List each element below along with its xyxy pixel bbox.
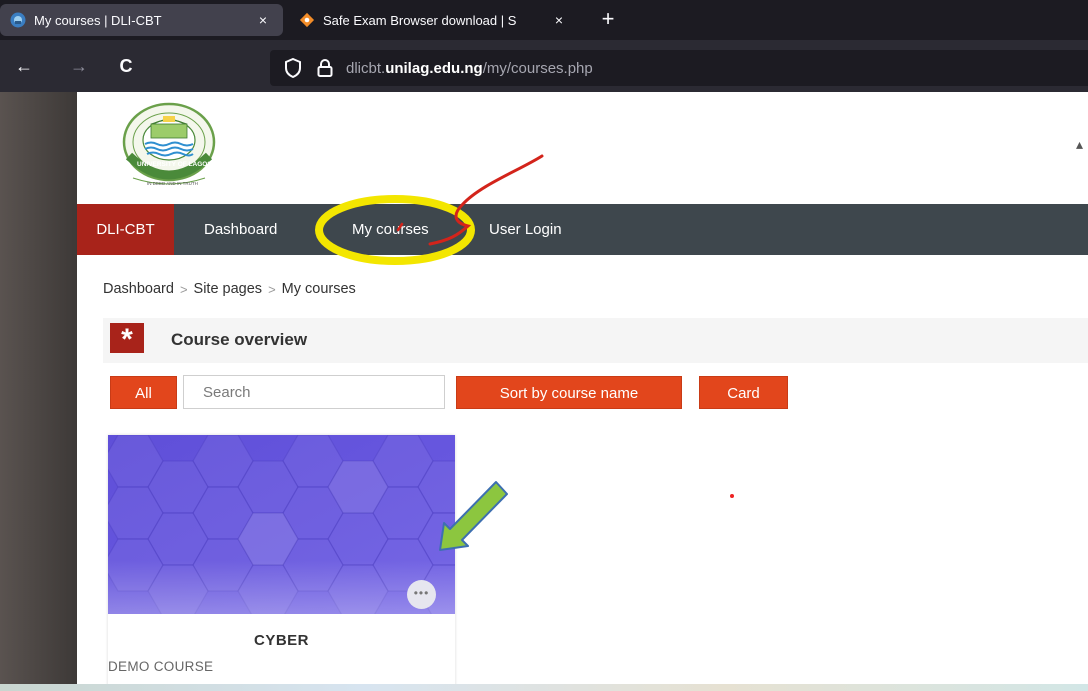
tab-title: Safe Exam Browser download | S <box>323 12 517 28</box>
breadcrumb: Dashboard > Site pages > My courses <box>103 281 356 297</box>
asterisk-icon: * <box>110 323 144 356</box>
taskbar-strip <box>0 684 1088 691</box>
course-overview-title: Course overview <box>171 330 308 349</box>
user-menu-icon[interactable]: ▴ <box>1076 136 1088 152</box>
shield-icon[interactable] <box>282 57 304 79</box>
url-prefix: dlicbt. <box>346 59 386 77</box>
view-card-button[interactable]: Card <box>699 376 788 409</box>
breadcrumb-item-site-pages[interactable]: Site pages <box>194 281 263 297</box>
breadcrumb-item-my-courses: My courses <box>281 281 356 297</box>
logo-motto: IN DEED AND IN TRUTH <box>147 181 198 186</box>
address-bar[interactable]: dlicbt.unilag.edu.ng/my/courses.php <box>270 50 1088 86</box>
course-name[interactable]: CYBER <box>108 632 455 649</box>
filter-all-button[interactable]: All <box>110 376 177 409</box>
tab-close-icon[interactable]: × <box>253 12 273 28</box>
tab-close-icon[interactable]: × <box>549 12 569 28</box>
lock-icon[interactable] <box>314 57 336 79</box>
course-card[interactable]: ••• CYBER DEMO COURSE <box>108 435 455 684</box>
unilag-favicon-icon <box>10 12 26 28</box>
tab-title: My courses | DLI-CBT <box>34 12 162 28</box>
search-input[interactable] <box>183 375 445 409</box>
url-domain: unilag.edu.ng <box>385 59 483 77</box>
course-overview-header: * Course overview <box>103 318 1088 363</box>
browser-tab-bar: My courses | DLI-CBT × Safe Exam Browser… <box>0 0 1088 40</box>
breadcrumb-item-dashboard[interactable]: Dashboard <box>103 281 174 297</box>
new-tab-icon[interactable]: + <box>596 8 620 32</box>
menu-item-user-login[interactable]: User Login <box>489 204 562 255</box>
university-of-lagos-logo[interactable]: UNIVERSITY OF LAGOS IN DEED AND IN TRUTH <box>107 102 231 192</box>
web-page: UNIVERSITY OF LAGOS IN DEED AND IN TRUTH… <box>77 92 1088 684</box>
tab-safe-exam-browser[interactable]: Safe Exam Browser download | S × <box>289 4 579 36</box>
course-image[interactable] <box>108 435 455 614</box>
main-menu-bar: DLI-CBT Dashboard My courses User Login <box>77 204 1088 255</box>
tab-my-courses[interactable]: My courses | DLI-CBT × <box>0 4 283 36</box>
menu-item-dashboard[interactable]: Dashboard <box>204 204 277 255</box>
url-path: /my/courses.php <box>482 59 593 77</box>
sort-by-course-name-button[interactable]: Sort by course name <box>456 376 682 409</box>
breadcrumb-separator: > <box>268 281 276 297</box>
left-backdrop <box>0 92 77 691</box>
url-text[interactable]: dlicbt.unilag.edu.ng/my/courses.php <box>346 60 593 77</box>
back-arrow-icon[interactable]: ← <box>12 54 36 78</box>
logo-lettering: UNIVERSITY OF LAGOS <box>137 161 212 168</box>
course-category: DEMO COURSE <box>108 659 214 674</box>
breadcrumb-separator: > <box>179 281 188 297</box>
forward-arrow-icon[interactable]: → <box>67 54 91 78</box>
annotation-dot <box>730 494 734 498</box>
safe-exam-browser-favicon-icon <box>299 12 315 28</box>
menu-item-my-courses[interactable]: My courses <box>352 204 429 255</box>
menu-brand-dli-cbt[interactable]: DLI-CBT <box>77 204 174 255</box>
reload-icon[interactable]: C <box>114 54 138 78</box>
course-actions-more-button[interactable]: ••• <box>407 580 436 609</box>
